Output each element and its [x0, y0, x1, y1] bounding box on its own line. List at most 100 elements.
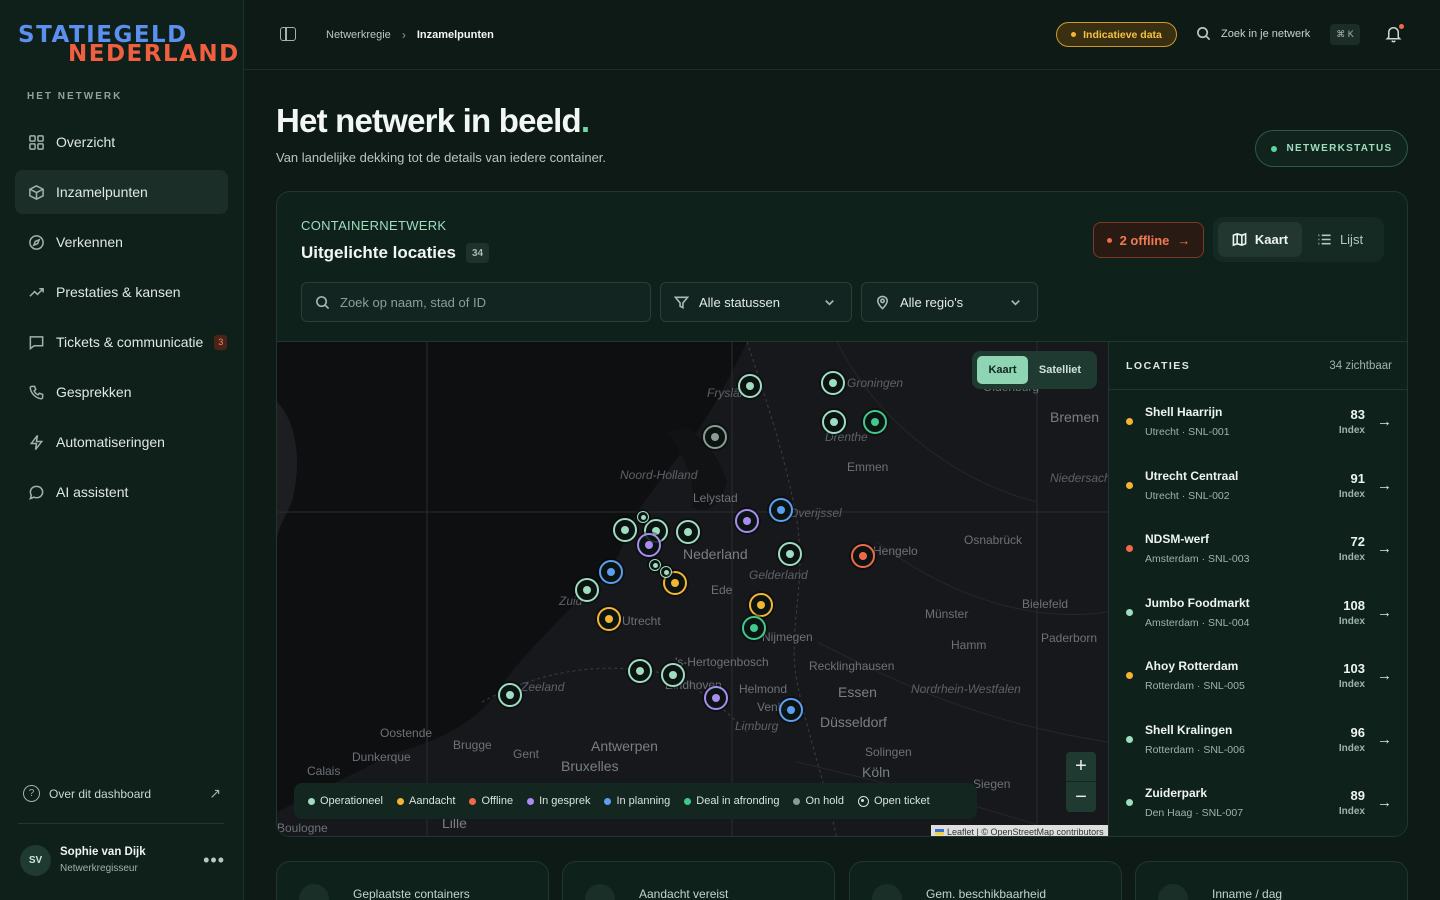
legend-label: On hold [805, 795, 844, 807]
map-marker[interactable] [735, 509, 759, 533]
map-marker[interactable] [498, 683, 522, 707]
location-row[interactable]: NDSM-werf Amsterdam · SNL-003 72 Index → [1109, 517, 1407, 581]
map-legend: Operationeel Aandacht Offline In gesprek… [294, 783, 977, 819]
sidebar-item-verkennen[interactable]: Verkennen [15, 220, 228, 264]
notifications-button[interactable] [1384, 24, 1404, 46]
legend-item: In gesprek [527, 795, 590, 807]
sidebar-item-ai-assistent[interactable]: AI assistent [15, 470, 228, 514]
locations-panel: LOCATIES 34 zichtbaar Shell Haarrijn Utre… [1108, 341, 1407, 836]
legend-label: Open ticket [873, 795, 930, 807]
map-marker[interactable] [742, 616, 766, 640]
location-name: Zuiderpark [1145, 786, 1208, 801]
map-marker[interactable] [628, 659, 652, 683]
osm-attribution[interactable]: | © OpenStreetMap contributors [977, 827, 1104, 836]
region-filter-select[interactable]: Alle regio's [861, 282, 1038, 322]
status-filter-select[interactable]: Alle statussen [660, 282, 852, 322]
map-marker[interactable] [575, 578, 599, 602]
about-label: Over dit dashboard [49, 786, 152, 801]
location-search-input[interactable]: Zoek op naam, stad of ID [301, 282, 651, 322]
map-marker[interactable] [738, 374, 762, 398]
map-marker[interactable] [851, 544, 875, 568]
location-row[interactable]: Utrecht Centraal Utrecht · SNL-002 91 Inde… [1109, 454, 1407, 518]
map-marker[interactable] [704, 686, 728, 710]
sidebar-item-label: Verkennen [56, 234, 123, 250]
map-marker[interactable] [769, 498, 793, 522]
map-label: Münster [925, 607, 969, 621]
map-marker[interactable] [822, 410, 846, 434]
zoom-in-button[interactable]: + [1066, 752, 1096, 782]
sidebar-item-tickets[interactable]: Tickets & communicatie 3 [15, 320, 228, 364]
status-dot [1126, 481, 1133, 489]
global-search[interactable]: Zoek in je netwerk [1196, 26, 1310, 41]
network-status-button[interactable]: NETWERKSTATUS [1255, 130, 1408, 167]
index-label: Index [1338, 425, 1365, 437]
legend-label: Offline [481, 795, 514, 807]
location-row[interactable]: Ahoy Rotterdam Rotterdam · SNL-005 103 Ind… [1109, 644, 1407, 708]
map-marker[interactable] [661, 663, 685, 687]
map-marker[interactable] [779, 698, 803, 722]
arrow-right-icon: → [1377, 540, 1392, 558]
kpi-card-intake[interactable]: Inname / dag [1135, 861, 1408, 900]
offline-filter-button[interactable]: 2 offline → [1093, 222, 1204, 258]
map-marker[interactable] [613, 518, 637, 542]
map-label: Antwerpen [591, 738, 658, 754]
sidebar-item-prestaties[interactable]: Prestaties & kansen [15, 270, 228, 314]
map-label: Nederland [683, 546, 748, 562]
map-marker[interactable] [703, 425, 727, 449]
map-marker[interactable] [597, 607, 621, 631]
legend-swatch [527, 797, 535, 805]
list-view-button[interactable]: Lijst [1302, 222, 1378, 257]
map-layer-button[interactable]: Kaart [977, 356, 1028, 384]
map-marker[interactable] [821, 371, 845, 395]
breadcrumb-parent[interactable]: Netwerkregie [326, 29, 391, 41]
sidebar-item-label: Automatiseringen [56, 434, 165, 450]
legend-swatch [604, 797, 612, 805]
map-label: Boulogne [277, 821, 328, 835]
view-toggle: Kaart Lijst [1213, 217, 1384, 262]
map-label: Zeeland [521, 680, 565, 694]
satellite-layer-button[interactable]: Satelliet [1028, 356, 1092, 384]
sidebar-toggle-icon[interactable] [280, 27, 296, 41]
location-row[interactable]: Shell Kralingen Rotterdam · SNL-006 96 Ind… [1109, 708, 1407, 772]
kpi-card-availability[interactable]: Gem. beschikbaarheid [849, 861, 1122, 900]
location-meta: Rotterdam · SNL-005 [1145, 680, 1245, 693]
map-label: Osnabrück [964, 533, 1023, 547]
sidebar-item-inzamelpunten[interactable]: Inzamelpunten [15, 170, 228, 214]
map-layer-toggle: Kaart Satelliet [972, 351, 1097, 389]
map-marker[interactable] [637, 511, 649, 523]
about-dashboard-link[interactable]: ? Over dit dashboard ↗ [23, 785, 221, 802]
map-label: Niedersachsen [1050, 471, 1108, 485]
more-options-icon[interactable]: ••• [203, 850, 225, 871]
zoom-out-button[interactable]: − [1066, 782, 1096, 812]
map-marker[interactable] [676, 520, 700, 544]
kpi-card-attention[interactable]: Aandacht vereist [562, 861, 835, 900]
arrow-right-icon: → [1377, 476, 1392, 494]
sidebar-nav: Overzicht Inzamelpunten Verkennen Presta… [15, 120, 228, 520]
sidebar-item-gesprekken[interactable]: Gesprekken [15, 370, 228, 414]
status-dot [1126, 545, 1133, 553]
sidebar-item-automatiseringen[interactable]: Automatiseringen [15, 420, 228, 464]
location-row[interactable]: Jumbo Foodmarkt Amsterdam · SNL-004 108 In… [1109, 581, 1407, 645]
map-marker[interactable] [660, 566, 672, 578]
location-score: 103 [1343, 661, 1365, 677]
bolt-icon [27, 433, 45, 451]
arrow-right-icon: → [1377, 413, 1392, 431]
map-marker[interactable] [637, 533, 661, 557]
indicative-data-badge[interactable]: Indicatieve data [1056, 22, 1177, 47]
map-label: Essen [838, 684, 877, 700]
map-marker[interactable] [778, 542, 802, 566]
map-marker[interactable] [649, 559, 661, 571]
leaflet-link[interactable]: Leaflet [947, 827, 974, 836]
network-map[interactable]: Fryslân Groningen Drenthe Emmen Noord-Ho… [277, 341, 1108, 836]
user-profile[interactable]: SV Sophie van Dijk Netwerkregisseur ••• [20, 843, 225, 877]
map-marker[interactable] [749, 593, 773, 617]
kpi-card-containers[interactable]: Geplaatste containers [276, 861, 549, 900]
map-marker[interactable] [599, 560, 623, 584]
location-row[interactable]: Shell Haarrijn Utrecht · SNL-001 83 Index … [1109, 390, 1407, 454]
map-view-button[interactable]: Kaart [1218, 222, 1302, 257]
brand-logo[interactable]: STATIEGELD NEDERLAND [18, 22, 238, 67]
location-row[interactable]: Zuiderpark Den Haag · SNL-007 89 Index → [1109, 771, 1407, 835]
map-marker[interactable] [863, 410, 887, 434]
map-label: Bruxelles [561, 758, 619, 774]
sidebar-item-overzicht[interactable]: Overzicht [15, 120, 228, 164]
